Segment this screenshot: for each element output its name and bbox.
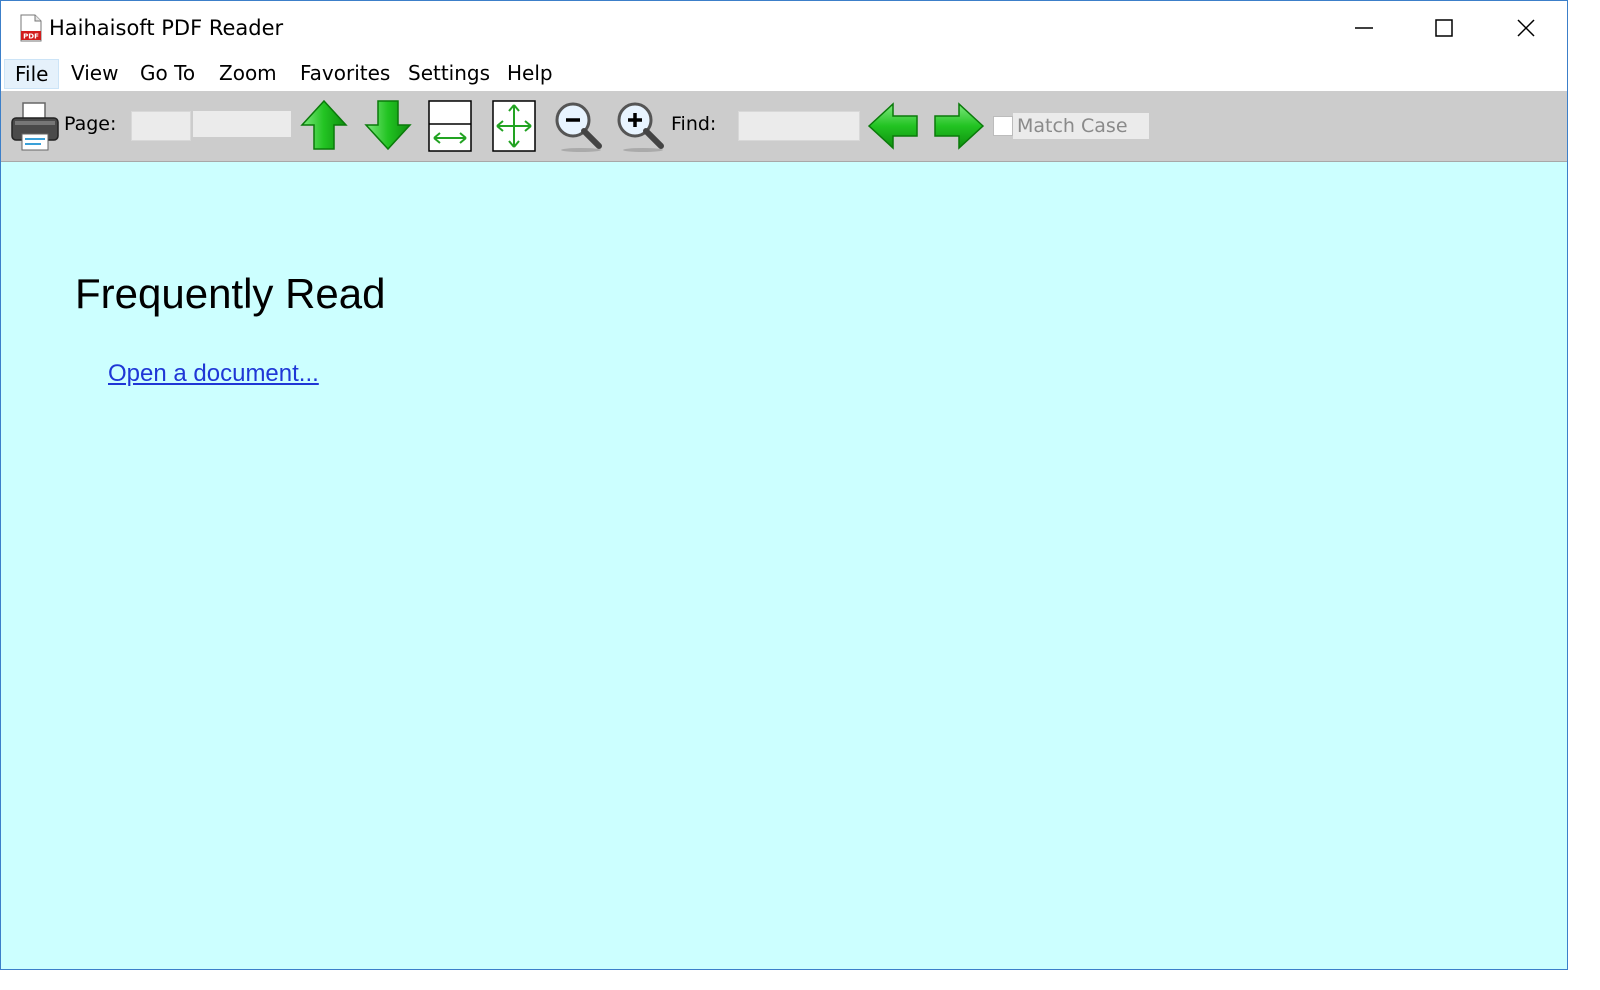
match-case-area[interactable]: Match Case (1013, 113, 1149, 139)
page-total-field (193, 111, 291, 137)
app-window: PDF Haihaisoft PDF Reader File View Go T… (0, 0, 1568, 970)
printer-icon[interactable] (9, 100, 61, 152)
title-bar[interactable]: PDF Haihaisoft PDF Reader (1, 1, 1567, 55)
previous-page-icon[interactable] (299, 99, 349, 153)
menu-file[interactable]: File (4, 59, 60, 89)
find-label: Find: (671, 113, 717, 135)
zoom-out-icon[interactable] (553, 100, 605, 154)
svg-text:PDF: PDF (23, 33, 39, 41)
toolbar: Page: Find: Match Case (1, 91, 1567, 162)
next-page-icon[interactable] (363, 99, 413, 153)
maximize-button[interactable] (1403, 1, 1485, 55)
menu-bar: File View Go To Zoom Favorites Settings … (1, 55, 1567, 91)
menu-settings[interactable]: Settings (408, 59, 490, 87)
minimize-icon (1355, 27, 1373, 29)
fit-width-icon[interactable] (428, 100, 472, 152)
menu-go-to[interactable]: Go To (140, 59, 195, 87)
close-icon (1517, 19, 1535, 37)
page-number-input[interactable] (131, 111, 191, 141)
frequently-read-heading: Frequently Read (75, 270, 386, 317)
zoom-in-icon[interactable] (615, 100, 667, 154)
match-case-label: Match Case (1017, 115, 1128, 137)
menu-help[interactable]: Help (507, 59, 553, 87)
menu-zoom[interactable]: Zoom (219, 59, 277, 87)
maximize-icon (1435, 19, 1453, 37)
find-next-icon[interactable] (931, 102, 985, 152)
minimize-button[interactable] (1323, 1, 1405, 55)
find-input[interactable] (738, 111, 860, 141)
document-area: Frequently Read Open a document... (1, 162, 1567, 969)
open-document-link[interactable]: Open a document... (108, 360, 319, 388)
menu-favorites[interactable]: Favorites (300, 59, 390, 87)
match-case-checkbox[interactable] (993, 116, 1013, 136)
fit-page-icon[interactable] (492, 100, 536, 152)
menu-view[interactable]: View (71, 59, 118, 87)
window-title: Haihaisoft PDF Reader (49, 16, 284, 40)
page-label: Page: (64, 113, 117, 135)
close-button[interactable] (1485, 1, 1567, 55)
find-previous-icon[interactable] (867, 102, 921, 152)
pdf-file-icon: PDF (20, 14, 42, 42)
